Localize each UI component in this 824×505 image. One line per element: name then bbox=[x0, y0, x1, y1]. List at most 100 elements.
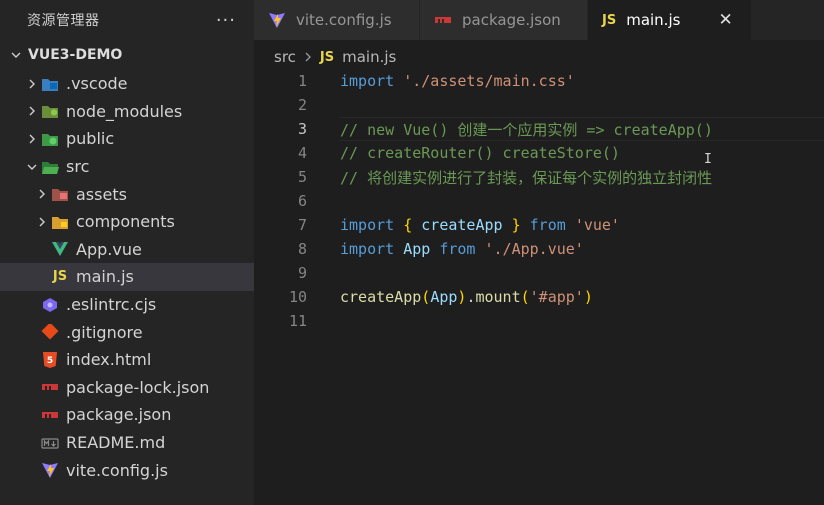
comment: // 将创建实例进行了封装，保证每个实例的独立封闭性 bbox=[340, 168, 713, 187]
keyword: import bbox=[340, 72, 395, 90]
tree-item-gitignore[interactable]: .gitignore bbox=[0, 318, 254, 346]
code-editor[interactable]: 1 import './assets/main.css' 2 3 // new … bbox=[254, 68, 824, 505]
tree-item-public[interactable]: public bbox=[0, 125, 254, 153]
code-line: 10 createApp(App).mount('#app') bbox=[254, 285, 824, 309]
tab-package-json[interactable]: package.json bbox=[420, 0, 588, 40]
chevron-down-icon bbox=[24, 161, 40, 173]
chevron-right-icon bbox=[24, 133, 40, 145]
code-line: 9 bbox=[254, 261, 824, 285]
comment: // new Vue() 创建一个应用实例 => createApp() bbox=[340, 120, 713, 139]
npm-file-icon bbox=[434, 12, 452, 28]
line-number: 4 bbox=[297, 144, 307, 162]
chevron-right-icon bbox=[24, 105, 40, 117]
tree-item-label: index.html bbox=[66, 350, 152, 370]
vscode-folder-icon bbox=[40, 75, 60, 93]
line-number: 8 bbox=[297, 240, 307, 258]
npm-file-icon bbox=[40, 378, 60, 396]
components-folder-icon bbox=[50, 213, 70, 231]
string: './assets/main.css' bbox=[403, 72, 575, 90]
explorer-title: 资源管理器 bbox=[27, 13, 100, 29]
identifier: createApp bbox=[421, 216, 503, 234]
project-name: VUE3-DEMO bbox=[28, 47, 123, 63]
line-number: 10 bbox=[288, 288, 307, 306]
breadcrumb-file[interactable]: main.js bbox=[342, 48, 396, 66]
tree-item-index-html[interactable]: 5 index.html bbox=[0, 346, 254, 374]
js-file-icon: JS bbox=[319, 49, 335, 65]
line-number: 7 bbox=[297, 216, 307, 234]
tree-item-package-lock[interactable]: package-lock.json bbox=[0, 374, 254, 402]
string: './App.vue' bbox=[484, 240, 584, 258]
explorer-header: 资源管理器 ··· bbox=[0, 0, 254, 40]
breadcrumb: src JS main.js bbox=[274, 46, 396, 68]
code-line: 3 // new Vue() 创建一个应用实例 => createApp() bbox=[254, 117, 824, 141]
tab-vite-config[interactable]: vite.config.js bbox=[254, 0, 420, 40]
tree-item-label: package.json bbox=[66, 405, 172, 425]
tree-item-label: node_modules bbox=[66, 101, 183, 121]
html5-file-icon: 5 bbox=[40, 351, 60, 369]
tree-item-components[interactable]: components bbox=[0, 208, 254, 236]
public-folder-icon bbox=[40, 130, 60, 148]
line-number: 5 bbox=[297, 168, 307, 186]
tree-item-main-js[interactable]: JS main.js bbox=[0, 263, 254, 291]
string: 'vue' bbox=[574, 216, 620, 234]
tab-main-js[interactable]: JS main.js ✕ bbox=[588, 0, 752, 40]
tree-item-node-modules[interactable]: node_modules bbox=[0, 98, 254, 126]
markdown-file-icon bbox=[40, 434, 60, 452]
line-number: 11 bbox=[288, 312, 307, 330]
line-number: 9 bbox=[297, 264, 307, 282]
tree-item-label: assets bbox=[76, 184, 127, 204]
tree-item-label: .eslintrc.cjs bbox=[66, 295, 157, 315]
tree-item-assets[interactable]: assets bbox=[0, 180, 254, 208]
tree-item-eslintrc[interactable]: .eslintrc.cjs bbox=[0, 291, 254, 319]
bracket: ( bbox=[421, 288, 431, 306]
code-line: 1 import './assets/main.css' bbox=[254, 69, 824, 93]
tree-item-src[interactable]: src bbox=[0, 153, 254, 181]
line-number: 2 bbox=[297, 96, 307, 114]
code-line: 11 bbox=[254, 309, 824, 333]
tree-item-label: src bbox=[66, 157, 90, 177]
more-actions-icon[interactable]: ··· bbox=[216, 10, 236, 31]
close-icon[interactable]: ✕ bbox=[718, 10, 732, 30]
chevron-down-icon bbox=[8, 49, 24, 61]
method-name: mount bbox=[475, 288, 521, 306]
tree-item-label: App.vue bbox=[76, 239, 142, 259]
project-root[interactable]: VUE3-DEMO bbox=[0, 40, 254, 70]
tree-item-readme[interactable]: README.md bbox=[0, 429, 254, 457]
vite-file-icon bbox=[40, 461, 60, 479]
tree-item-label: .vscode bbox=[66, 74, 128, 94]
tree-item-label: public bbox=[66, 129, 115, 149]
npm-file-icon bbox=[40, 406, 60, 424]
tree-item-package-json[interactable]: package.json bbox=[0, 401, 254, 429]
code-line: 8 import App from './App.vue' bbox=[254, 237, 824, 261]
eslint-file-icon bbox=[40, 296, 60, 314]
tree-item-label: main.js bbox=[76, 267, 134, 287]
tab-label: vite.config.js bbox=[296, 11, 392, 29]
tree-item-app-vue[interactable]: App.vue bbox=[0, 236, 254, 264]
bracket: } bbox=[511, 216, 521, 234]
code-line: 5 // 将创建实例进行了封装，保证每个实例的独立封闭性 bbox=[254, 165, 824, 189]
tree-item-vite-config[interactable]: vite.config.js bbox=[0, 456, 254, 484]
breadcrumb-folder[interactable]: src bbox=[274, 48, 296, 66]
js-file-icon: JS bbox=[602, 12, 617, 28]
tab-label: main.js bbox=[626, 11, 681, 29]
bracket: { bbox=[403, 216, 413, 234]
code-line: 2 bbox=[254, 93, 824, 117]
keyword: import bbox=[340, 216, 395, 234]
line-number: 6 bbox=[297, 192, 307, 210]
keyword: import bbox=[340, 240, 395, 258]
keyword: from bbox=[529, 216, 566, 234]
bracket: ( bbox=[520, 288, 530, 306]
vue-file-icon bbox=[50, 240, 70, 258]
editor-tabs: vite.config.js package.json JS main.js ✕ bbox=[254, 0, 824, 40]
tree-item-vscode[interactable]: .vscode bbox=[0, 70, 254, 98]
identifier: App bbox=[430, 288, 458, 306]
tree-item-label: components bbox=[76, 212, 175, 232]
git-file-icon bbox=[40, 323, 60, 341]
src-folder-open-icon bbox=[40, 158, 60, 176]
tab-label: package.json bbox=[462, 11, 561, 29]
text-cursor-icon: I bbox=[704, 152, 712, 167]
code-line: 7 import { createApp } from 'vue' bbox=[254, 213, 824, 237]
chevron-right-icon bbox=[303, 51, 313, 63]
vite-file-icon bbox=[268, 12, 286, 28]
bracket: ) bbox=[583, 288, 593, 306]
